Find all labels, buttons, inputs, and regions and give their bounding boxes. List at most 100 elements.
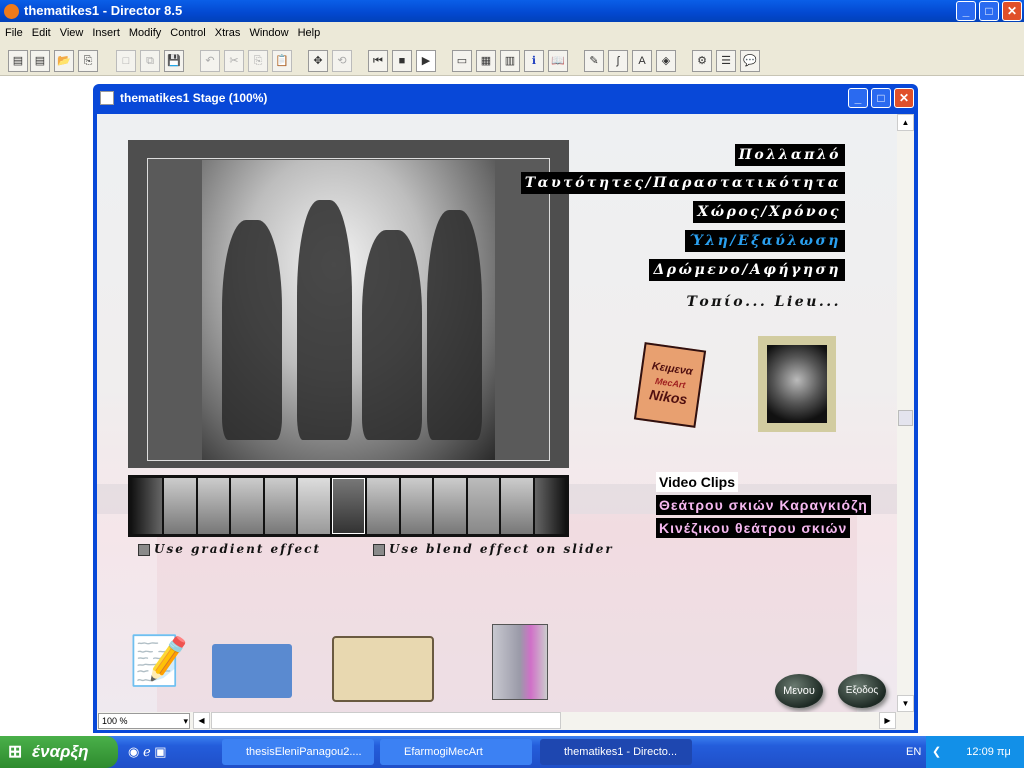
start-label: έναρξη xyxy=(32,742,89,761)
start-button[interactable]: ⊞ έναρξη xyxy=(0,736,118,768)
task-director[interactable]: thematikes1 - Directo... xyxy=(540,739,692,765)
menu-item-dromeno-afigisi[interactable]: Δρώμενο/Αφήγηση xyxy=(649,259,845,281)
paint-window-icon[interactable]: ✎ xyxy=(584,50,604,72)
vector-shape-icon[interactable]: ʃ xyxy=(608,50,628,72)
find-icon[interactable]: ✥ xyxy=(308,50,328,72)
maximize-button[interactable]: □ xyxy=(979,1,999,21)
clock: 12:09 πμ xyxy=(966,746,1011,758)
play-icon[interactable]: ▶ xyxy=(416,50,436,72)
scroll-left-arrow[interactable]: ◀ xyxy=(193,712,210,729)
gradient-effect-checkbox[interactable] xyxy=(138,544,150,556)
vertical-scroll-thumb[interactable] xyxy=(898,410,913,426)
exit-button[interactable]: Εξοδος xyxy=(838,674,886,708)
menu-item-pollaplo[interactable]: Πολλαπλό xyxy=(734,144,845,166)
film-frame[interactable] xyxy=(131,478,163,534)
menu-modify[interactable]: Modify xyxy=(129,27,161,39)
menu-item-yli-exavlosi[interactable]: Ύλη/Εξαύλωση xyxy=(685,230,845,252)
undo-icon[interactable]: ↶ xyxy=(200,50,220,72)
property-inspector-icon[interactable]: ℹ xyxy=(524,50,544,72)
stage-maximize-button[interactable]: □ xyxy=(871,88,891,108)
save-all-icon[interactable]: ⧉ xyxy=(140,50,160,72)
open-icon[interactable]: 📂 xyxy=(54,50,74,72)
toolbar: ▤ ▤ 📂 ⎘ □ ⧉ 💾 ↶ ✂ ⎘ 📋 ✥ ⟲ ⏮ ■ ▶ ▭ ▦ ▥ ℹ … xyxy=(0,44,1024,76)
message-window-icon[interactable]: 💬 xyxy=(740,50,760,72)
film-frame[interactable] xyxy=(298,478,330,534)
portrait-button[interactable] xyxy=(758,336,836,432)
filmstrip-slider[interactable] xyxy=(128,475,569,537)
new-movie-icon[interactable]: ▤ xyxy=(8,50,28,72)
quick-launch-icons[interactable]: ◉ ℯ ▣ xyxy=(128,744,167,760)
menu-edit[interactable]: Edit xyxy=(32,27,51,39)
windows-logo-icon: ⊞ xyxy=(8,742,23,761)
horizontal-scroll-thumb[interactable] xyxy=(211,712,561,729)
new-cast-icon[interactable]: ▤ xyxy=(30,50,50,72)
briefcase-icon[interactable] xyxy=(212,644,292,698)
scroll-down-arrow[interactable]: ▼ xyxy=(897,695,914,712)
scroll-up-arrow[interactable]: ▲ xyxy=(897,114,914,131)
script-window-icon[interactable]: ☰ xyxy=(716,50,736,72)
gradient-effect-label: Use gradient effect xyxy=(154,542,321,556)
notes-clip-icon[interactable]: 📝 xyxy=(129,626,189,698)
film-frame[interactable] xyxy=(164,478,196,534)
menu-control[interactable]: Control xyxy=(170,27,205,39)
save-icon[interactable]: □ xyxy=(116,50,136,72)
behavior-inspector-icon[interactable]: ⚙ xyxy=(692,50,712,72)
minimize-button[interactable]: _ xyxy=(956,1,976,21)
image-frame xyxy=(147,158,550,461)
close-button[interactable]: ✕ xyxy=(1002,1,1022,21)
zoom-select[interactable]: 100 % ▾ xyxy=(98,713,190,729)
score-window-icon[interactable]: ▥ xyxy=(500,50,520,72)
stage-minimize-button[interactable]: _ xyxy=(848,88,868,108)
cut-icon[interactable]: ✂ xyxy=(224,50,244,72)
rewind-icon[interactable]: ⏮ xyxy=(368,50,388,72)
library-palette-icon[interactable]: 📖 xyxy=(548,50,568,72)
menu-view[interactable]: View xyxy=(60,27,84,39)
task-word-document[interactable]: thesisEleniPanagou2.... xyxy=(222,739,374,765)
language-indicator[interactable]: EN xyxy=(906,736,921,768)
film-frame[interactable] xyxy=(197,478,230,534)
stage-status-bar: 100 % ▾ ◀ ▶ xyxy=(97,712,914,730)
menu-insert[interactable]: Insert xyxy=(92,27,120,39)
menu-item-tautotites[interactable]: Ταυτότητες/Παραστατικότητα xyxy=(520,172,845,194)
film-frame[interactable] xyxy=(501,478,533,534)
photo-album-icon[interactable] xyxy=(332,636,434,702)
text-window-icon[interactable]: A xyxy=(632,50,652,72)
stop-icon[interactable]: ■ xyxy=(392,50,412,72)
copy-icon[interactable]: ⎘ xyxy=(248,50,268,72)
film-frame[interactable] xyxy=(434,478,466,534)
menu-window[interactable]: Window xyxy=(249,27,288,39)
menu-item-choros-chronos[interactable]: Χώρος/Χρόνος xyxy=(693,201,845,223)
save-and-compact-icon[interactable]: 💾 xyxy=(164,50,184,72)
cast-window-icon[interactable]: ▦ xyxy=(476,50,496,72)
chevron-down-icon: ▾ xyxy=(183,716,188,726)
film-frame[interactable] xyxy=(231,478,263,534)
menu-help[interactable]: Help xyxy=(298,27,321,39)
vertical-scrollbar[interactable]: ▲ ▼ xyxy=(897,114,914,712)
books-icon[interactable] xyxy=(492,624,548,700)
film-frame[interactable] xyxy=(264,478,297,534)
exchange-cast-icon[interactable]: ⟲ xyxy=(332,50,352,72)
portrait-photo xyxy=(767,345,827,423)
tray-expand-icon[interactable]: ❮ xyxy=(932,746,941,758)
paste-icon[interactable]: 📋 xyxy=(272,50,292,72)
texts-scroll-button[interactable]: Κειμενα MecArt Nikos xyxy=(633,342,707,428)
film-frame[interactable] xyxy=(534,478,567,534)
shockwave-3d-icon[interactable]: ◈ xyxy=(656,50,676,72)
film-frame[interactable] xyxy=(467,478,500,534)
film-frame[interactable] xyxy=(400,478,433,534)
menu-xtras[interactable]: Xtras xyxy=(215,27,241,39)
scroll-right-arrow[interactable]: ▶ xyxy=(879,712,896,729)
menu-item-topio-lieu[interactable]: Τοπίο... Lieu... xyxy=(683,291,845,313)
menu-file[interactable]: File xyxy=(5,27,23,39)
task-folder[interactable]: EfarmogiMecArt xyxy=(380,739,532,765)
stage-window-icon[interactable]: ▭ xyxy=(452,50,472,72)
blend-effect-checkbox[interactable] xyxy=(373,544,385,556)
video-clip-chinese-theatre[interactable]: Κινέζικου θεάτρου σκιών xyxy=(656,518,851,538)
director-app-icon xyxy=(4,4,19,19)
film-frame[interactable] xyxy=(367,478,399,534)
stage-close-button[interactable]: ✕ xyxy=(894,88,914,108)
menu-button[interactable]: Μενου xyxy=(775,674,823,708)
video-clip-karagiozis[interactable]: Θεάτρου σκιών Καραγκιόζη xyxy=(656,495,871,515)
film-frame-selected[interactable] xyxy=(331,478,366,534)
import-icon[interactable]: ⎘ xyxy=(78,50,98,72)
